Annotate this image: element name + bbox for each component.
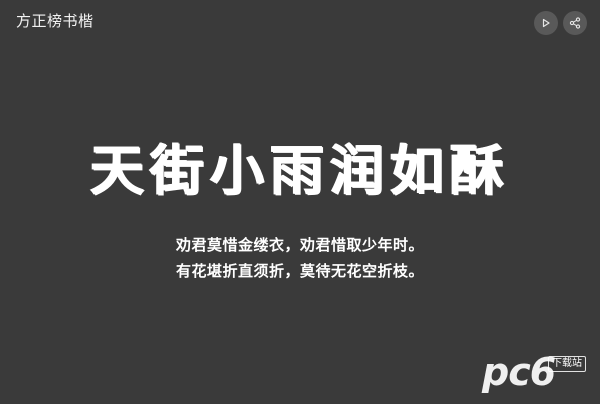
play-icon [542, 18, 550, 28]
page-title: 方正榜书楷 [16, 12, 94, 30]
font-preview-line-2: 有花堪折直须折，莫待无花空折枝。 [175, 262, 424, 280]
watermark-badge: 下载站 [548, 356, 586, 372]
share-icon [569, 17, 581, 29]
pc6-watermark: pc6 下载站 [482, 350, 592, 396]
play-button[interactable] [534, 11, 558, 35]
font-preview-headline: 天街小雨润如酥 [90, 138, 510, 202]
font-preview-line-1: 劝君莫惜金缕衣，劝君惜取少年时。 [175, 236, 424, 254]
watermark-logo: pc6 [482, 350, 556, 394]
share-button[interactable] [563, 11, 587, 35]
